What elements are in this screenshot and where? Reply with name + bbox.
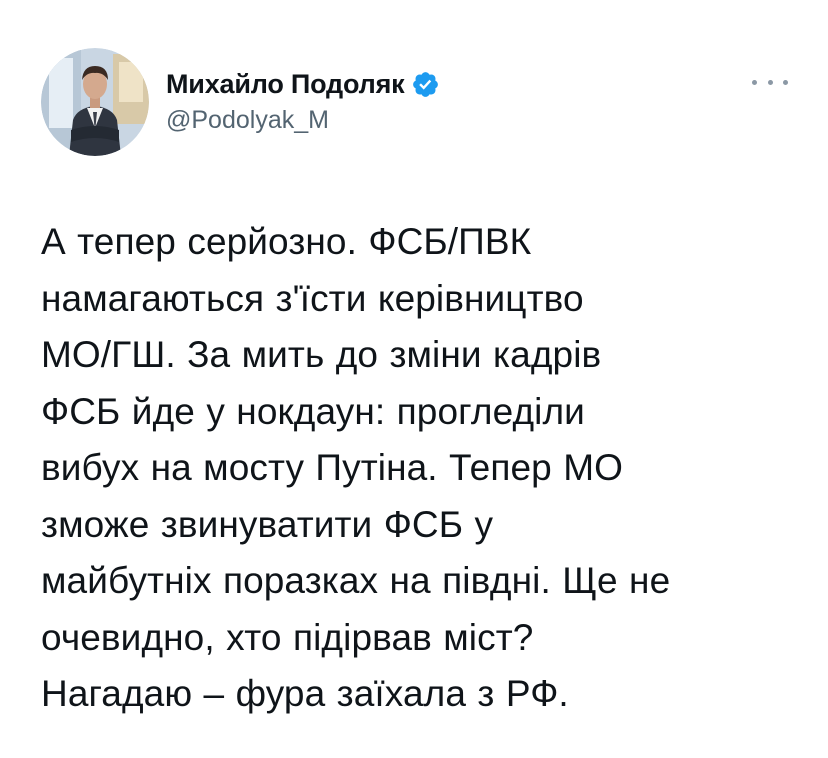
more-dot xyxy=(783,79,788,85)
author-name-row: Михайло Подоляк xyxy=(166,64,440,104)
tweet-text: А тепер серйозно. ФСБ/ПВК намагаються з'… xyxy=(41,221,671,714)
verified-badge-icon xyxy=(411,70,440,99)
more-dot xyxy=(767,79,773,85)
profile-photo xyxy=(41,48,149,156)
author-avatar[interactable] xyxy=(41,48,149,156)
author-display-name[interactable]: Михайло Подоляк xyxy=(166,69,405,100)
more-dot xyxy=(752,79,757,85)
author-info: Михайло Подоляк @Podolyak_M xyxy=(166,64,440,144)
more-options-icon[interactable] xyxy=(752,70,788,94)
author-handle[interactable]: @Podolyak_M xyxy=(166,106,440,135)
tweet-card: Михайло Подоляк @Podolyak_M А тепер серй… xyxy=(0,0,828,758)
